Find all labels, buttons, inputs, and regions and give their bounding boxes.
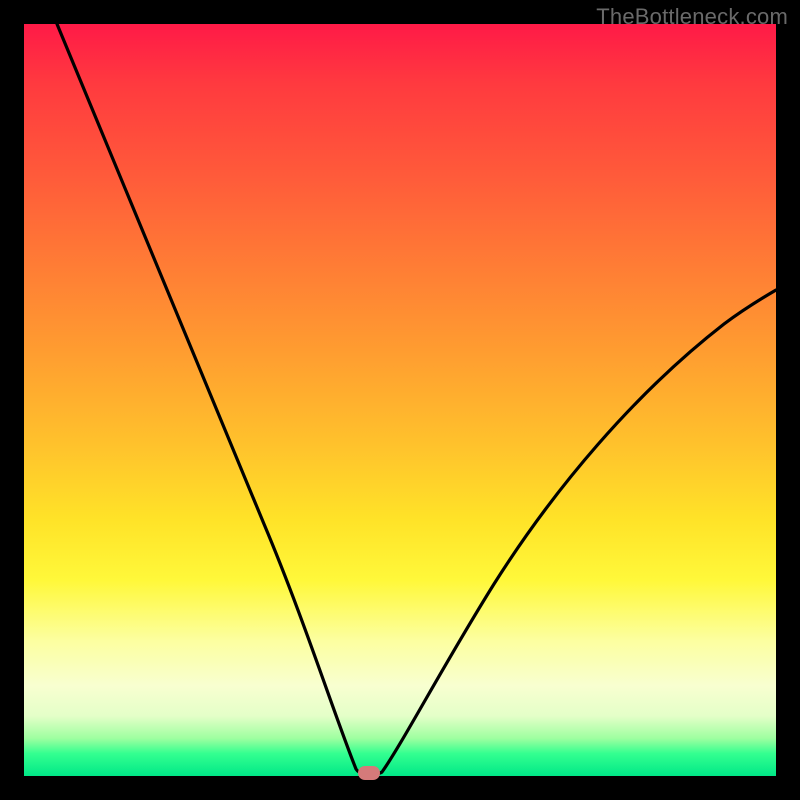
optimum-marker bbox=[358, 766, 380, 780]
chart-frame: TheBottleneck.com bbox=[0, 0, 800, 800]
bottleneck-curve bbox=[24, 24, 776, 776]
plot-area bbox=[24, 24, 776, 776]
watermark-text: TheBottleneck.com bbox=[596, 4, 788, 30]
